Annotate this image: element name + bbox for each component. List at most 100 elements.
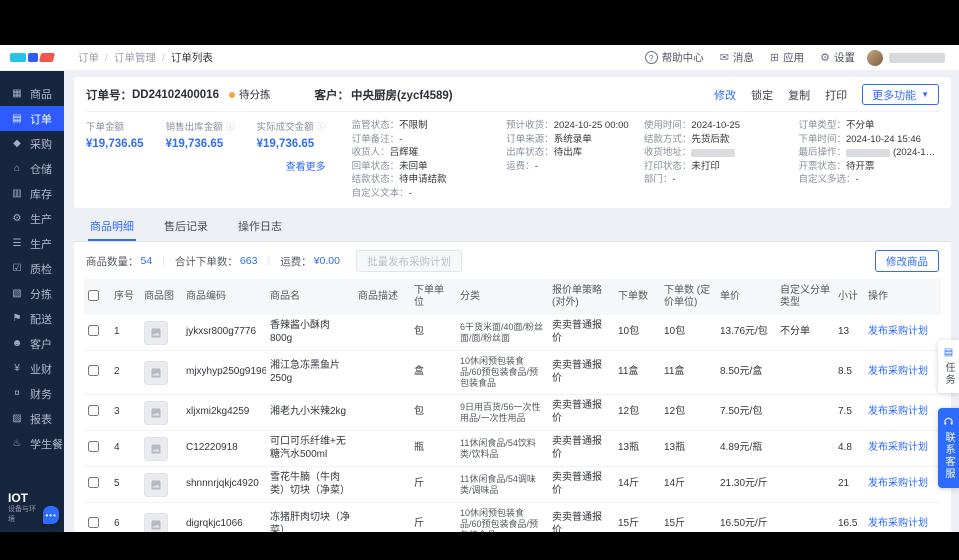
product-code: C12220918 [182, 430, 266, 467]
tab-0[interactable]: 商品明细 [88, 214, 136, 241]
topbar-menu-item[interactable]: ⊞ 应用 [770, 50, 804, 65]
field-label: 使用时间： [643, 120, 692, 131]
task-panel-tab[interactable]: ▤ 任务 [938, 340, 959, 393]
username-redacted [889, 52, 945, 63]
row-checkbox[interactable] [88, 404, 99, 416]
order-qty: 12包 [614, 394, 660, 431]
publish-purchase-plan-link[interactable]: 发布采购计划 [868, 442, 928, 453]
product-image-placeholder[interactable] [144, 360, 168, 385]
publish-purchase-plan-link[interactable]: 发布采购计划 [868, 366, 928, 377]
breadcrumb: 订单 / 订单管理 / 订单列表 [78, 50, 213, 65]
topbar-menu-item[interactable]: ? 帮助中心 [644, 50, 704, 65]
publish-purchase-plan-link[interactable]: 发布采购计划 [868, 406, 928, 417]
product-desc [354, 430, 410, 467]
field-value: - [855, 174, 859, 185]
field-value: - [534, 160, 538, 172]
modify-goods-button[interactable]: 修改商品 [875, 250, 939, 272]
order-action-button-1[interactable]: 锁定 [751, 87, 773, 103]
app-window: 订单 / 订单管理 / 订单列表 ? 帮助中心 ✉ 消息 ⊞ 应用 ⚙ 设置 ▦ 商品 … [0, 45, 959, 532]
publish-purchase-plan-link[interactable]: 发布采购计划 [868, 326, 928, 337]
sidebar-item-3[interactable]: ⌂ 仓储 [0, 156, 64, 181]
sidebar-item-13[interactable]: ▨ 报表 [0, 406, 64, 431]
customer-block: 客户： 中央厨房(zycf4589) [314, 87, 452, 103]
product-image-placeholder[interactable] [144, 436, 168, 461]
more-actions-button[interactable]: 更多功能 ▼ [862, 84, 939, 105]
order-info-field: 预计收货： 2024-10-25 00:00 [506, 119, 630, 133]
row-checkbox[interactable] [88, 364, 99, 376]
product-name: 冻猪肝肉切块（净菜） [266, 502, 354, 532]
stat-value: 54 [140, 255, 153, 267]
avatar [867, 49, 883, 66]
sidebar-item-0[interactable]: ▦ 商品 [0, 81, 64, 106]
col-header-4: 商品名 [266, 279, 354, 315]
order-info-field: 监管状态： 不限制 [352, 119, 493, 133]
product-image-placeholder[interactable] [144, 400, 168, 425]
select-all-checkbox[interactable] [88, 289, 99, 301]
logo-shape [38, 53, 56, 62]
row-checkbox[interactable] [88, 440, 99, 452]
order-qty: 13瓶 [614, 430, 660, 467]
order-qty-priced: 15斤 [660, 502, 716, 532]
sidebar-item-7[interactable]: ☑ 质检 [0, 256, 64, 281]
user-account[interactable] [867, 49, 945, 66]
sidebar-item-4[interactable]: ▥ 库存 [0, 181, 64, 206]
row-checkbox[interactable] [88, 476, 99, 488]
breadcrumb-item[interactable]: 订单列表 [171, 50, 213, 65]
topbar-menu-item[interactable]: ⚙ 设置 [820, 50, 855, 65]
sidebar-item-6[interactable]: ☰ 生产 [0, 231, 64, 256]
amount-block: 销售出库金额 ⓘ ¥19,736.65 [166, 119, 235, 151]
publish-purchase-plan-link[interactable]: 发布采购计划 [868, 518, 928, 529]
row-checkbox[interactable] [88, 324, 99, 336]
tab-1[interactable]: 售后记录 [162, 214, 210, 241]
stat-label: 合计下单数： [174, 255, 238, 268]
amount-label-row: 实际成交金额 ⓘ [257, 119, 326, 134]
sidebar-item-icon: ◆ [13, 138, 21, 149]
order-actions-bar: 修改 锁定 复制 打印 更多功能 ▼ [714, 84, 939, 105]
sidebar-item-8[interactable]: ▧ 分拣 [0, 281, 64, 306]
product-image-placeholder[interactable] [144, 472, 168, 497]
product-image-placeholder[interactable] [144, 512, 168, 532]
topbar-menu-item[interactable]: ✉ 消息 [720, 50, 754, 65]
breadcrumb-separator: / [161, 51, 165, 64]
sidebar-item-5[interactable]: ⚙ 生产 [0, 206, 64, 231]
stat-separator: | [162, 255, 165, 267]
table-body: 1 jykxsr800g7776 香辣酱小酥肉800g 包 6干货米面/40面/… [84, 315, 941, 532]
stat-label: 运费： [280, 255, 312, 268]
table-row: 1 jykxsr800g7776 香辣酱小酥肉800g 包 6干货米面/40面/… [84, 315, 941, 351]
breadcrumb-item[interactable]: 订单管理 [114, 50, 156, 65]
topbar-menu-label: 消息 [732, 52, 754, 64]
field-label: 部门： [643, 174, 673, 185]
app-logo[interactable] [10, 53, 66, 62]
row-checkbox[interactable] [88, 516, 99, 528]
product-image-placeholder[interactable] [144, 320, 168, 345]
breadcrumb-item[interactable]: 订单 [78, 50, 99, 65]
batch-publish-button[interactable]: 批量发布采购计划 [355, 250, 462, 272]
amount-block: 下单金额 ⓘ ¥19,736.65 [86, 119, 144, 150]
divider [86, 111, 939, 112]
sidebar-item-12[interactable]: ¤ 财务 [0, 381, 64, 406]
order-action-button-3[interactable]: 打印 [825, 87, 847, 103]
customer-name: 中央厨房(zycf4589) [350, 89, 453, 102]
sidebar-item-14[interactable]: ♨ 学生餐 [0, 431, 64, 456]
stat-separator: | [267, 255, 271, 267]
topbar-menu-label: 帮助中心 [661, 52, 704, 64]
order-unit: 包 [410, 394, 456, 431]
quote-strategy: 卖卖普通报价 [548, 430, 614, 467]
col-header-6: 下单单位 [410, 279, 456, 315]
tab-2[interactable]: 操作日志 [236, 214, 284, 241]
order-action-button-0[interactable]: 修改 [714, 87, 736, 103]
sidebar-item-2[interactable]: ◆ 采购 [0, 131, 64, 156]
sidebar-item-10[interactable]: ☻ 客户 [0, 331, 64, 356]
sidebar-item-11[interactable]: ¥ 业财 [0, 356, 64, 381]
sidebar-item-9[interactable]: ⚑ 配送 [0, 306, 64, 331]
chat-widget-icon[interactable]: ••• [43, 506, 59, 524]
view-more-link[interactable]: 查看更多 [286, 158, 326, 173]
publish-purchase-plan-link[interactable]: 发布采购计划 [868, 478, 928, 489]
product-desc [354, 315, 410, 351]
order-info-field: 最后操作： (2024-10-24 16:01) [798, 146, 939, 160]
field-value: 2024-10-25 00:00 [553, 120, 629, 131]
order-action-button-2[interactable]: 复制 [788, 87, 810, 103]
field-label: 最后操作： [798, 147, 846, 158]
contact-support-tab[interactable]: 联系客服 [938, 408, 959, 488]
sidebar-item-1[interactable]: ▤ 订单 [0, 106, 64, 131]
